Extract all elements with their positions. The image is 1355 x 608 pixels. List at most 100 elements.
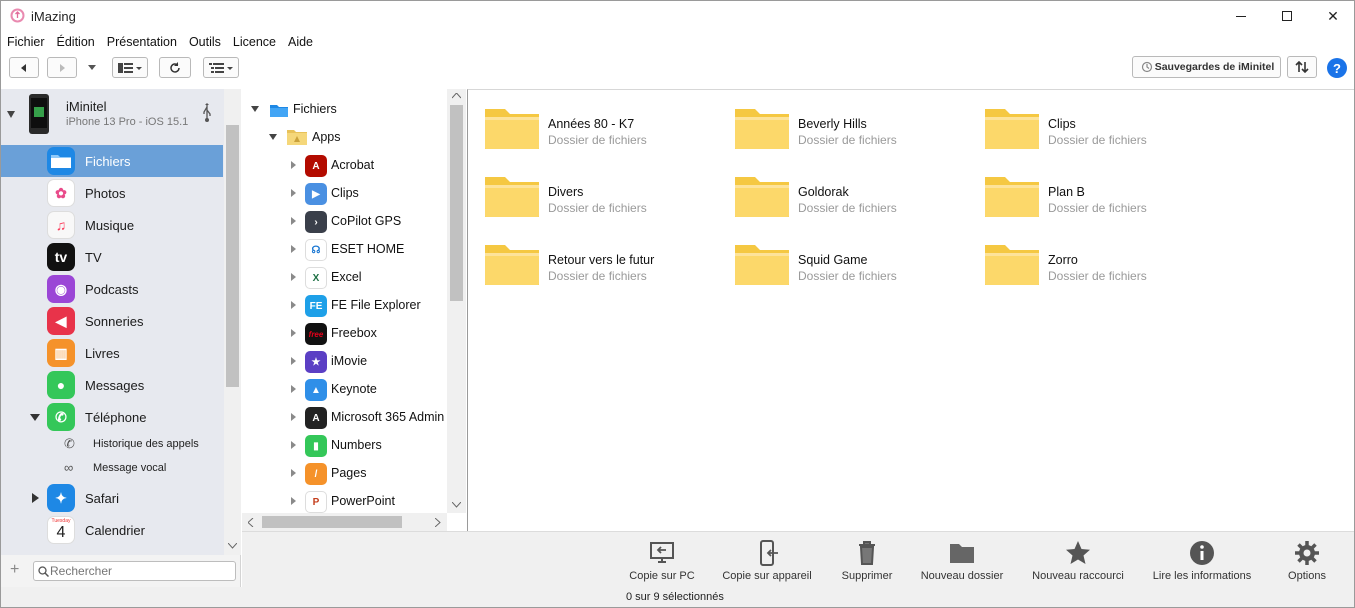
- sidebar-subitem-call-history[interactable]: ✆ Historique des appels: [1, 433, 223, 457]
- sidebar: iMinitel iPhone 13 Pro - iOS 15.1 Fichie…: [1, 89, 241, 555]
- tree-item[interactable]: ▶ Clips: [242, 179, 448, 207]
- scroll-down-icon[interactable]: [452, 502, 461, 508]
- tree-item[interactable]: free Freebox: [242, 319, 448, 347]
- expand-arrow-icon[interactable]: [291, 441, 296, 449]
- scroll-down-icon[interactable]: [228, 543, 237, 549]
- tree-scroll-thumb[interactable]: [450, 105, 463, 301]
- expand-arrow-icon[interactable]: [32, 493, 39, 503]
- tree-item[interactable]: A Acrobat: [242, 151, 448, 179]
- app-glyph: ▲: [311, 384, 321, 396]
- action-copy-to-pc-button[interactable]: Copie sur PC: [602, 538, 722, 586]
- folder-item[interactable]: Squid Game Dossier de fichiers: [718, 226, 958, 286]
- folder-item[interactable]: Années 80 - K7 Dossier de fichiers: [468, 90, 708, 150]
- sidebar-item-livres[interactable]: ▥ Livres: [1, 337, 223, 369]
- tree-vertical-scrollbar[interactable]: [447, 89, 466, 513]
- tree-item[interactable]: A Microsoft 365 Admin: [242, 403, 448, 431]
- menu-aide[interactable]: Aide: [288, 35, 313, 49]
- sidebar-item-podcasts[interactable]: ◉ Podcasts: [1, 273, 223, 305]
- sidebar-scrollbar[interactable]: [224, 89, 241, 555]
- expand-arrow-icon[interactable]: [291, 273, 296, 281]
- action-gear-button[interactable]: Options: [1247, 538, 1355, 586]
- device-collapse-arrow-icon[interactable]: [7, 111, 15, 118]
- folder-item[interactable]: Clips Dossier de fichiers: [968, 90, 1208, 150]
- expand-arrow-icon[interactable]: [251, 106, 259, 112]
- sidebar-item-messages[interactable]: ● Messages: [1, 369, 223, 401]
- folder-item[interactable]: Goldorak Dossier de fichiers: [718, 158, 958, 218]
- expand-arrow-icon[interactable]: [291, 245, 296, 253]
- search-input[interactable]: [50, 563, 230, 579]
- menu-fichier[interactable]: Fichier: [7, 35, 45, 49]
- folder-item[interactable]: Zorro Dossier de fichiers: [968, 226, 1208, 286]
- tree-item[interactable]: ☊ ESET HOME: [242, 235, 448, 263]
- backups-button[interactable]: Sauvegardes de iMinitel: [1132, 56, 1281, 78]
- minimize-button[interactable]: [1218, 1, 1264, 31]
- tree-root[interactable]: Fichiers: [242, 95, 448, 123]
- tree-item[interactable]: FE FE File Explorer: [242, 291, 448, 319]
- folder-item[interactable]: Retour vers le futur Dossier de fichiers: [468, 226, 708, 286]
- menu-presentation[interactable]: Présentation: [107, 35, 177, 49]
- menu-edition[interactable]: Édition: [57, 35, 95, 49]
- tree-horizontal-scrollbar[interactable]: [242, 513, 447, 531]
- transfer-button[interactable]: [1287, 56, 1317, 78]
- menu-outils[interactable]: Outils: [189, 35, 221, 49]
- expand-arrow-icon[interactable]: [291, 497, 296, 505]
- history-dropdown[interactable]: [85, 57, 99, 78]
- sidebar-item-fichiers[interactable]: Fichiers: [1, 145, 223, 177]
- search-area: +: [1, 555, 241, 587]
- expand-arrow-icon[interactable]: [291, 329, 296, 337]
- tree-item[interactable]: ★ iMovie: [242, 347, 448, 375]
- device-header[interactable]: iMinitel iPhone 13 Pro - iOS 15.1: [1, 89, 223, 143]
- add-icon[interactable]: +: [10, 561, 19, 579]
- search-box[interactable]: [33, 561, 236, 581]
- help-button[interactable]: ?: [1327, 58, 1347, 78]
- expand-arrow-icon[interactable]: [291, 413, 296, 421]
- action-new-folder-button[interactable]: Nouveau dossier: [902, 538, 1022, 586]
- collapse-arrow-icon[interactable]: [30, 414, 40, 421]
- expand-arrow-icon[interactable]: [291, 217, 296, 225]
- tree-hscroll-thumb[interactable]: [262, 516, 402, 528]
- folder-item[interactable]: Plan B Dossier de fichiers: [968, 158, 1208, 218]
- forward-button[interactable]: [47, 57, 77, 78]
- sidebar-item-telephone[interactable]: ✆ Téléphone: [1, 401, 223, 433]
- scroll-left-icon[interactable]: [248, 518, 254, 527]
- sidebar-item-tv[interactable]: tv TV: [1, 241, 223, 273]
- folder-item[interactable]: Divers Dossier de fichiers: [468, 158, 708, 218]
- tree-apps[interactable]: Apps: [242, 123, 448, 151]
- view-mode-button[interactable]: [112, 57, 148, 78]
- scroll-up-icon[interactable]: [452, 93, 461, 99]
- expand-arrow-icon[interactable]: [291, 301, 296, 309]
- tree-item[interactable]: P PowerPoint: [242, 487, 448, 515]
- sidebar-item-safari[interactable]: ✦ Safari: [1, 482, 223, 514]
- sidebar-item-photos[interactable]: ✿ Photos: [1, 177, 223, 209]
- sidebar-scroll-thumb[interactable]: [226, 125, 239, 387]
- scroll-right-icon[interactable]: [435, 518, 441, 527]
- sidebar-item-musique[interactable]: ♫ Musique: [1, 209, 223, 241]
- folder-type: Dossier de fichiers: [548, 133, 647, 147]
- sidebar-item-calendrier[interactable]: Tuesday 4 Calendrier: [1, 514, 223, 546]
- tree-item[interactable]: / Pages: [242, 459, 448, 487]
- expand-arrow-icon[interactable]: [291, 161, 296, 169]
- sort-options-button[interactable]: [203, 57, 239, 78]
- action-info-button[interactable]: Lire les informations: [1142, 538, 1262, 586]
- expand-arrow-icon[interactable]: [269, 134, 277, 140]
- expand-arrow-icon[interactable]: [291, 469, 296, 477]
- maximize-button[interactable]: [1264, 1, 1310, 31]
- menu-licence[interactable]: Licence: [233, 35, 276, 49]
- sidebar-subitem-voicemail[interactable]: ∞ Message vocal: [1, 457, 223, 481]
- expand-arrow-icon[interactable]: [291, 189, 296, 197]
- sidebar-item-sonneries[interactable]: ◀ Sonneries: [1, 305, 223, 337]
- tree-item[interactable]: ▲ Keynote: [242, 375, 448, 403]
- expand-arrow-icon[interactable]: [291, 385, 296, 393]
- clips-icon: ▶: [305, 183, 327, 205]
- expand-arrow-icon[interactable]: [291, 357, 296, 365]
- app-glyph: ▶: [312, 188, 320, 200]
- close-button[interactable]: ✕: [1310, 1, 1355, 31]
- folder-icon: [735, 177, 789, 217]
- folder-item[interactable]: Beverly Hills Dossier de fichiers: [718, 90, 958, 150]
- tree-item[interactable]: › CoPilot GPS: [242, 207, 448, 235]
- tree-item[interactable]: X Excel: [242, 263, 448, 291]
- back-button[interactable]: [9, 57, 39, 78]
- refresh-button[interactable]: [159, 57, 191, 78]
- action-star-button[interactable]: Nouveau raccourci: [1018, 538, 1138, 586]
- tree-item[interactable]: ▮ Numbers: [242, 431, 448, 459]
